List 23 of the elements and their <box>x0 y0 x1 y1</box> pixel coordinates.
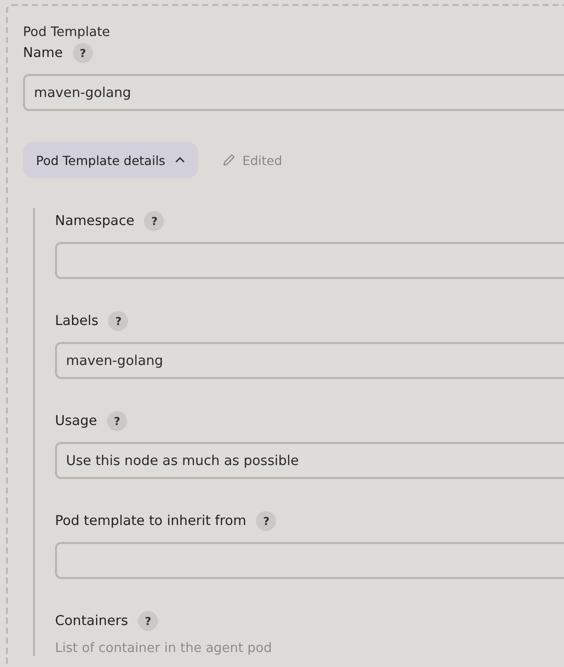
help-button[interactable]: ? <box>138 611 158 631</box>
field-label: Pod template to inherit from <box>55 513 246 529</box>
name-field[interactable]: maven-golang <box>23 74 564 111</box>
chevron-icon <box>175 157 186 163</box>
help-button[interactable]: ? <box>72 43 93 63</box>
field-label: Containers <box>55 613 128 629</box>
details-toggle-button[interactable]: Pod Template details <box>23 142 198 178</box>
input-field[interactable]: maven-golang <box>55 342 564 379</box>
field-description: List of container in the agent pod <box>55 641 273 656</box>
field-label: Namespace <box>55 213 134 229</box>
help-button[interactable]: ? <box>107 411 128 431</box>
section-title: Pod Template <box>23 24 112 42</box>
field-label: Usage <box>55 413 98 429</box>
help-button[interactable]: ? <box>256 511 276 531</box>
field-label: Name <box>23 45 63 61</box>
pencil-icon <box>222 153 236 167</box>
edited-label: Edited <box>242 152 282 168</box>
input-field[interactable]: Use this node as much as possible <box>55 442 564 479</box>
help-button[interactable]: ? <box>108 311 128 331</box>
input-field[interactable] <box>55 542 564 579</box>
help-button[interactable]: ? <box>144 211 164 231</box>
field-label: Labels <box>55 313 98 329</box>
input-field[interactable] <box>55 242 564 279</box>
